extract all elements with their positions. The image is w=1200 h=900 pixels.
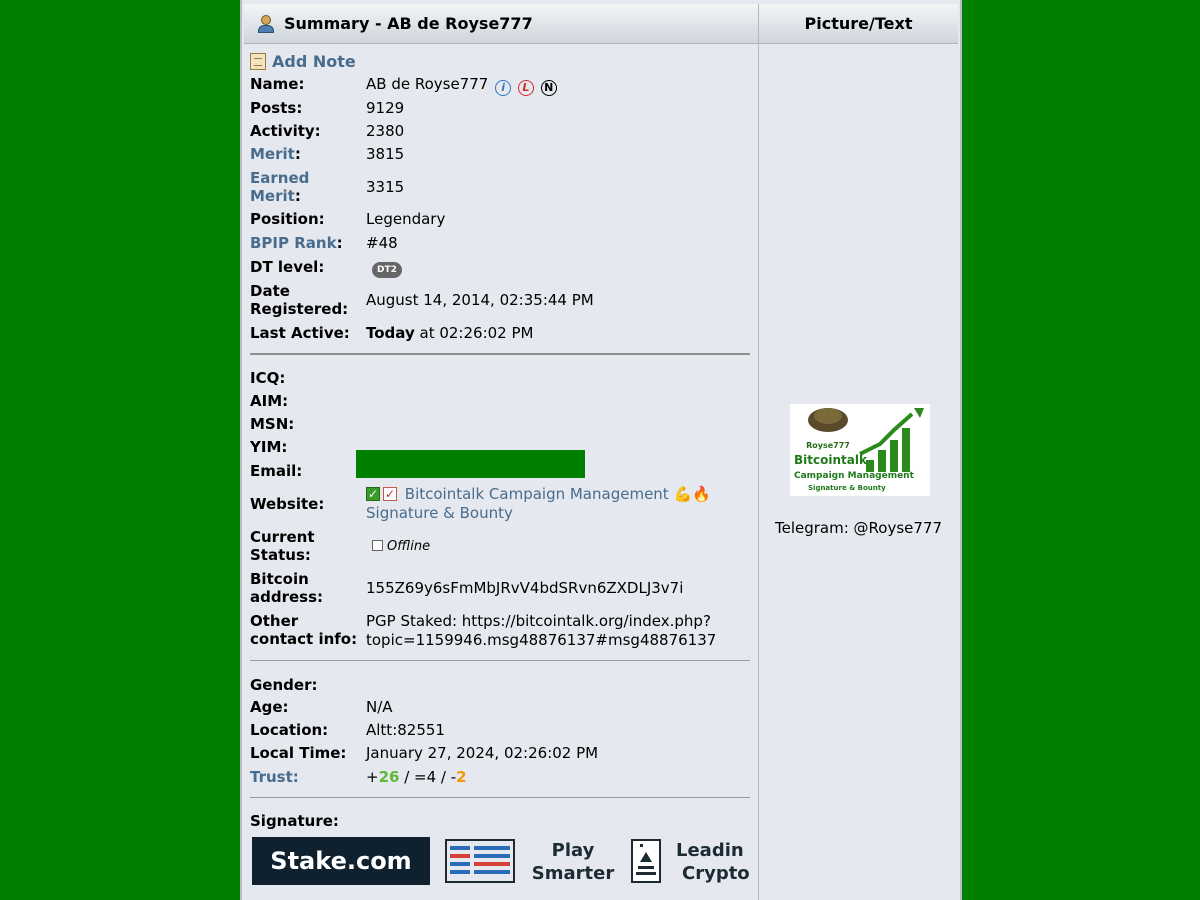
bpip-value: #48 xyxy=(366,234,398,252)
username: AB de Royse777 xyxy=(366,75,489,93)
n-badge-icon[interactable]: N xyxy=(540,80,557,96)
l-badge-icon[interactable]: L xyxy=(517,80,534,96)
trophy-icon xyxy=(628,838,664,884)
divider xyxy=(250,797,750,798)
summary-header: Summary - AB de Royse777 xyxy=(244,4,758,44)
leading-crypto-text: Leadin Crypto xyxy=(676,840,750,884)
profile-panel: Summary - AB de Royse777 Picture/Text Ad… xyxy=(240,0,962,900)
merit-value: 3815 xyxy=(366,145,405,163)
picture-title: Picture/Text xyxy=(804,14,913,33)
logo-username: Royse777 xyxy=(806,441,850,450)
signature-banner[interactable]: Stake.com Play Smarter Leadin Crypto xyxy=(252,836,752,886)
earned-link-1[interactable]: Earned xyxy=(250,169,309,187)
red-check-icon xyxy=(383,485,397,504)
local-time-value: January 27, 2024, 02:26:02 PM xyxy=(366,744,599,762)
dt-badge: DT2 xyxy=(372,262,402,278)
website-link-2[interactable]: Signature & Bounty xyxy=(366,504,513,522)
logo-line1: Bitcointalk xyxy=(794,453,868,467)
divider xyxy=(250,353,750,355)
age-value: N/A xyxy=(366,698,393,716)
activity-value: 2380 xyxy=(366,122,405,140)
earned-merit-value: 3315 xyxy=(366,178,405,196)
location-value: Altt:82551 xyxy=(366,721,445,739)
logo-line2: Campaign Management xyxy=(794,471,915,481)
campaign-logo: Royse777 Bitcointalk Campaign Management… xyxy=(790,404,930,496)
divider xyxy=(250,660,750,661)
user-icon xyxy=(257,14,275,33)
telegram-text: Telegram: @Royse777 xyxy=(774,519,943,537)
logo-line3: Signature & Bounty xyxy=(808,484,886,492)
position-value: Legendary xyxy=(366,210,446,228)
merit-link[interactable]: Merit xyxy=(250,145,295,163)
status-value: Offline xyxy=(387,539,431,554)
green-check-icon xyxy=(366,485,380,504)
stake-logo[interactable]: Stake.com xyxy=(252,837,430,885)
earned-link-2[interactable]: Merit xyxy=(250,187,295,205)
posts-value: 9129 xyxy=(366,99,405,117)
picture-header: Picture/Text xyxy=(759,4,958,44)
add-note-link[interactable]: Add Note xyxy=(250,52,752,71)
note-icon xyxy=(250,53,266,70)
registered-value: August 14, 2014, 02:35:44 PM xyxy=(366,291,594,309)
website-link[interactable]: Bitcointalk Campaign Management xyxy=(405,485,669,503)
trust-value: +26 / =4 / -2 xyxy=(366,768,467,786)
emoji-icon: 💪🔥 xyxy=(673,485,711,503)
bitcoin-address: 155Z69y6sFmMbJRvV4bdSRvn6ZXDLJ3v7i xyxy=(366,579,684,597)
summary-title: Summary - AB de Royse777 xyxy=(284,14,533,33)
column-divider xyxy=(758,4,759,900)
email-redacted-bar xyxy=(356,450,585,478)
offline-icon xyxy=(372,540,383,551)
play-smarter-text: Play Smarter xyxy=(531,840,615,884)
trust-link[interactable]: Trust: xyxy=(250,768,299,786)
info-icon[interactable]: i xyxy=(495,80,512,96)
dashboard-icon xyxy=(444,838,516,884)
bpip-link[interactable]: BPIP Rank xyxy=(250,234,337,252)
